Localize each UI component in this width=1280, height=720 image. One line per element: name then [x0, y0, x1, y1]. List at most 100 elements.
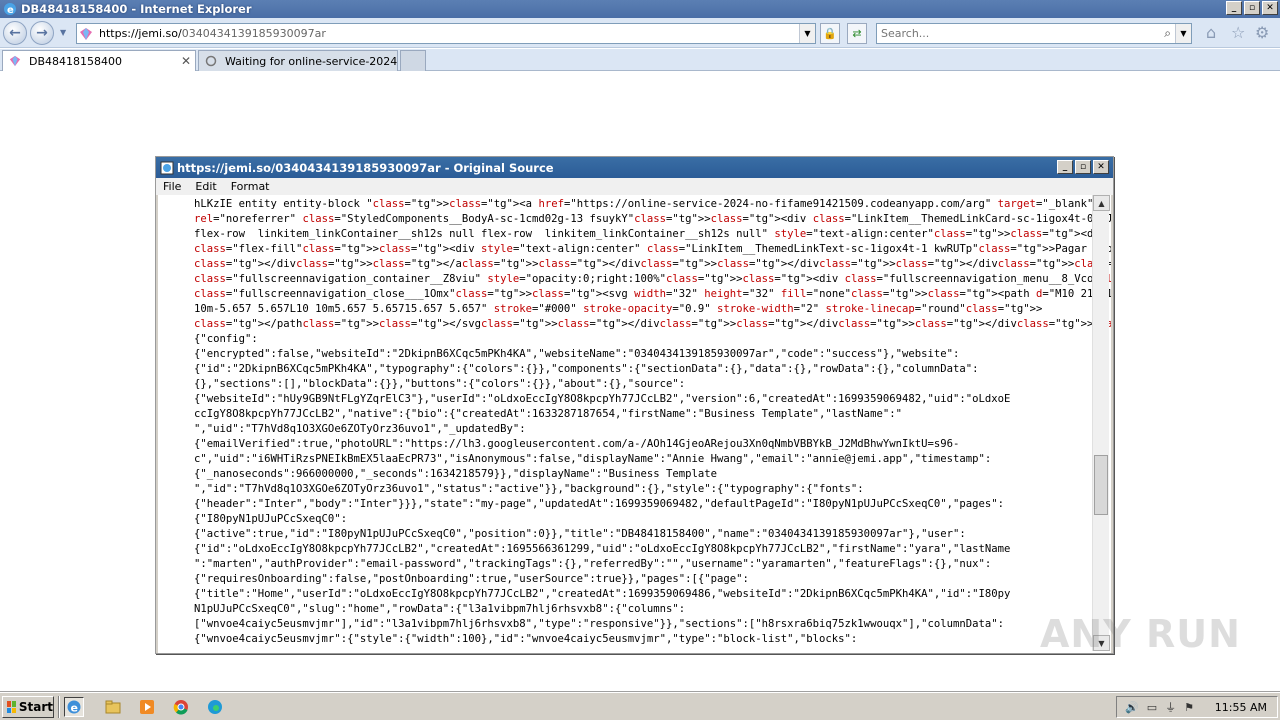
- action-center-flag-icon[interactable]: ⚑: [1184, 701, 1194, 714]
- source-minimize-button[interactable]: _: [1057, 160, 1073, 174]
- edge-icon: [208, 700, 222, 714]
- scroll-thumb[interactable]: [1094, 455, 1108, 515]
- tab-loading[interactable]: Waiting for online-service-2024-...: [198, 50, 398, 71]
- start-button[interactable]: Start: [2, 696, 54, 718]
- source-line: {"websiteId":"hUy9GB9NtFLgYZqrElC3"},"us…: [194, 393, 1011, 405]
- lock-icon: 🔒: [823, 27, 837, 40]
- source-line: {"id":"2DkipnB6XCqc5mPKh4KA","typography…: [194, 363, 979, 375]
- source-code-view[interactable]: hLKzIE entity entity-block "class="tg">>…: [158, 195, 1111, 653]
- source-line: {"title":"Home","userId":"oLdxoEccIgY8O8…: [194, 588, 1011, 600]
- volume-icon[interactable]: 🔊: [1125, 701, 1139, 714]
- refresh-icon: ⇄: [852, 27, 862, 40]
- source-code-text: hLKzIE entity entity-block "class="tg">>…: [194, 197, 1111, 647]
- source-line: {"header":"Inter","body":"Inter"}}},"sta…: [194, 498, 1005, 510]
- search-box[interactable]: ⌕ ▼: [876, 23, 1192, 44]
- site-favicon-icon: [9, 55, 21, 67]
- source-line: ","uid":"T7hVd8q1O3XGOe6ZOTyOrz36uvo1","…: [194, 423, 526, 435]
- forward-arrow-icon: →: [36, 25, 48, 41]
- usb-device-icon[interactable]: ⏚: [1165, 699, 1176, 715]
- tab-active[interactable]: DB48418158400 ✕: [2, 50, 196, 71]
- history-dropdown-icon[interactable]: ▼: [60, 28, 66, 37]
- ie-logo-icon: e: [67, 700, 81, 715]
- source-line: class="fullscreennavigation_container__Z…: [194, 273, 1111, 285]
- source-line: {"id":"oLdxoEccIgY8O8kpcpYh77JCcLB2","cr…: [194, 543, 1011, 555]
- source-line: {"_nanoseconds":966000000,"_seconds":163…: [194, 468, 717, 480]
- source-line: {"wnvoe4caiyc5eusmvjmr":{"style":{"width…: [194, 633, 858, 645]
- taskbar-edge-button[interactable]: [205, 697, 225, 717]
- search-dropdown-icon[interactable]: ▼: [1175, 24, 1191, 43]
- tools-gear-icon[interactable]: ⚙: [1255, 25, 1269, 41]
- media-player-icon: [140, 700, 154, 714]
- source-line: class="flex-fill"class="tg">>class="tg">…: [194, 243, 1111, 255]
- network-icon[interactable]: ▭: [1147, 701, 1157, 714]
- source-line: ["wnvoe4caiyc5eusmvjmr"],"id":"l3a1vibpm…: [194, 618, 1005, 630]
- taskbar-chrome-button[interactable]: [171, 697, 191, 717]
- source-line: {"encrypted":false,"websiteId":"2DkipnB6…: [194, 348, 960, 360]
- source-line: class="tg"></divclass="tg">>class="tg"><…: [194, 258, 1111, 270]
- favorites-star-icon[interactable]: ☆: [1231, 25, 1245, 41]
- minimize-button[interactable]: _: [1226, 1, 1242, 15]
- refresh-button[interactable]: ⇄: [847, 23, 867, 44]
- home-icon[interactable]: ⌂: [1206, 25, 1216, 41]
- source-line: ":"marten","authProvider":"email-passwor…: [194, 558, 992, 570]
- source-restore-button[interactable]: ▫: [1075, 160, 1091, 174]
- source-line: {"I80pyN1pUJuPCcSxeqC0":: [194, 513, 348, 525]
- security-lock-button[interactable]: 🔒: [820, 23, 840, 44]
- taskbar-ie-button[interactable]: e: [64, 697, 84, 717]
- address-dropdown-icon[interactable]: ▼: [799, 24, 815, 43]
- tab-label: DB48418158400: [29, 54, 123, 68]
- source-line: N1pUJuPCcSxeqC0","slug":"home","rowData"…: [194, 603, 686, 615]
- source-menu-bar: File Edit Format: [156, 178, 1113, 195]
- scroll-up-arrow-icon[interactable]: ▲: [1093, 195, 1110, 211]
- source-line: {"config":: [194, 333, 258, 345]
- new-tab-button[interactable]: [400, 50, 426, 71]
- system-tray: 🔊 ▭ ⏚ ⚑ 11:55 AM: [1116, 696, 1278, 718]
- vertical-scrollbar[interactable]: ▲ ▼: [1092, 195, 1110, 651]
- back-button[interactable]: ←: [3, 21, 27, 45]
- folder-icon: [105, 700, 121, 714]
- search-input[interactable]: [881, 27, 1151, 40]
- site-favicon-icon: [80, 27, 92, 40]
- navigation-bar: ← → ▼ https://jemi.so/034043413918593009…: [0, 18, 1280, 48]
- address-bar[interactable]: https://jemi.so/0340434139185930097ar ▼: [76, 23, 816, 44]
- taskbar-explorer-button[interactable]: [103, 697, 123, 717]
- forward-button[interactable]: →: [30, 21, 54, 45]
- source-line: {"requiresOnboarding":false,"postOnboard…: [194, 573, 749, 585]
- start-label: Start: [18, 700, 53, 714]
- chrome-icon: [173, 700, 188, 715]
- source-line: hLKzIE entity entity-block "class="tg">>…: [194, 198, 1094, 210]
- url-path: 0340434139185930097ar: [181, 27, 326, 40]
- menu-edit[interactable]: Edit: [188, 180, 223, 193]
- menu-file[interactable]: File: [156, 180, 188, 193]
- ie-logo-icon: [160, 161, 174, 174]
- source-line: {},"sections":[],"blockData":{}},"button…: [194, 378, 686, 390]
- search-icon[interactable]: ⌕: [1164, 26, 1171, 41]
- restore-button[interactable]: ▫: [1244, 1, 1260, 15]
- source-line: ccIgY8O8kpcpYh77JCcLB2","native":{"bio":…: [194, 408, 902, 420]
- url-host: https://jemi.so/: [99, 27, 182, 40]
- source-line: class="tg"></pathclass="tg">>class="tg">…: [194, 318, 1111, 330]
- taskbar: Start e 🔊 ▭ ⏚ ⚑ 11:55 AM: [0, 692, 1280, 720]
- anyrun-watermark: ANY RUN: [1040, 612, 1241, 656]
- browser-title-bar: e DB48418158400 - Internet Explorer _ ▫ …: [0, 0, 1280, 18]
- menu-format[interactable]: Format: [224, 180, 277, 193]
- tab-bar: DB48418158400 ✕ Waiting for online-servi…: [0, 49, 1280, 71]
- taskbar-media-player-button[interactable]: [137, 697, 157, 717]
- source-window-title-bar: https://jemi.so/0340434139185930097ar - …: [156, 157, 1113, 178]
- source-line: flex-row linkitem_linkContainer__sh12s n…: [194, 228, 1107, 240]
- source-line: ","id":"T7hVd8q1O3XGOe6ZOTyOrz36uvo1","s…: [194, 483, 864, 495]
- back-arrow-icon: ←: [9, 25, 21, 41]
- svg-text:e: e: [7, 5, 14, 16]
- browser-window-title: DB48418158400 - Internet Explorer: [21, 2, 252, 16]
- source-line: class="fullscreennavigation_close___1Omx…: [194, 288, 1111, 300]
- clock[interactable]: 11:55 AM: [1215, 701, 1267, 714]
- close-button[interactable]: ✕: [1262, 1, 1278, 15]
- source-window-title: https://jemi.so/0340434139185930097ar - …: [177, 160, 554, 175]
- source-close-button[interactable]: ✕: [1093, 160, 1109, 174]
- windows-logo-icon: [7, 701, 16, 713]
- ie-logo-icon: e: [4, 3, 16, 16]
- source-window: https://jemi.so/0340434139185930097ar - …: [155, 156, 1114, 654]
- svg-text:e: e: [71, 702, 78, 715]
- source-line: 10m-5.657 5.657L10 10m5.657 5.65715.657 …: [194, 303, 1043, 315]
- close-tab-icon[interactable]: ✕: [181, 54, 191, 68]
